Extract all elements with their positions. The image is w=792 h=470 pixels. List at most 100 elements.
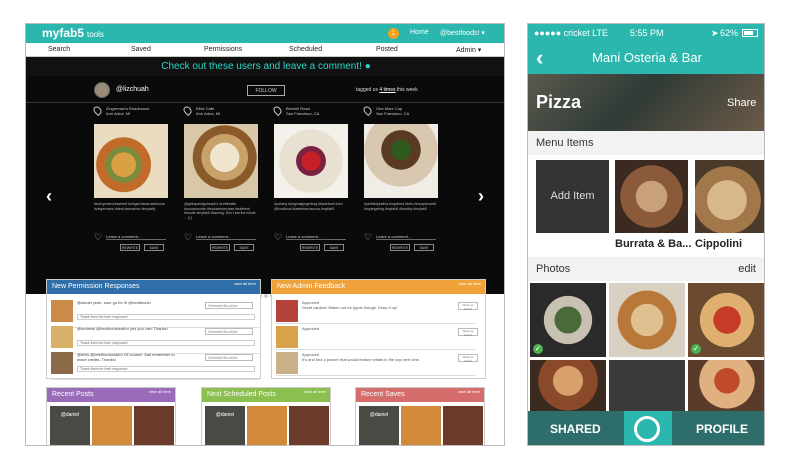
thumbnail[interactable] bbox=[51, 300, 73, 322]
list-item: Approved Great caption! Watch out for typ… bbox=[276, 298, 478, 324]
permission-panel: New Permission Responses view all here @d… bbox=[46, 279, 261, 380]
view-all-link[interactable]: view all here bbox=[458, 390, 480, 394]
view-all-link[interactable]: view all here bbox=[459, 282, 481, 286]
save-button[interactable]: SAVE bbox=[324, 244, 344, 251]
reply-input[interactable]: Thank them for their response! bbox=[77, 314, 255, 320]
comment-input[interactable]: Leave a comment... bbox=[376, 234, 436, 240]
hero-title: Pizza bbox=[536, 92, 582, 112]
user-menu[interactable]: @bestfoods! ▾ bbox=[440, 29, 485, 37]
thumbnail[interactable] bbox=[276, 352, 298, 374]
photo-thumbnail[interactable] bbox=[530, 360, 606, 412]
avatar[interactable] bbox=[94, 82, 110, 98]
heart-icon[interactable]: ♡ bbox=[274, 233, 283, 242]
tab-shared[interactable]: SHARED bbox=[550, 422, 601, 436]
post-thumbnail[interactable] bbox=[92, 406, 132, 445]
edit-link[interactable]: edit bbox=[738, 257, 756, 281]
photo-thumbnail[interactable]: ✓ bbox=[688, 283, 764, 357]
admin-header: New Admin Feedback view all here bbox=[272, 280, 485, 294]
post-thumbnail[interactable]: @daniel bbox=[50, 406, 90, 445]
recent-saves-header: Recent Saves view all here bbox=[356, 388, 484, 402]
location-pin-icon bbox=[91, 104, 104, 117]
logo[interactable]: myfab5 tools bbox=[42, 26, 104, 40]
post-thumbnail[interactable]: @daniel bbox=[359, 406, 399, 445]
rewrite-button[interactable]: REWRITE bbox=[120, 244, 140, 251]
thumbnail[interactable] bbox=[51, 326, 73, 348]
menu-item-image[interactable] bbox=[615, 160, 688, 233]
nav-scheduled[interactable]: Scheduled bbox=[289, 46, 322, 53]
home-link[interactable]: Home bbox=[410, 29, 429, 36]
photo-thumbnail[interactable]: ✓ bbox=[530, 283, 606, 357]
recent-saves-panel: Recent Saves view all here @daniel bbox=[355, 387, 485, 445]
heart-icon[interactable]: ♡ bbox=[94, 233, 103, 242]
rewrite-button[interactable]: REWRITE bbox=[210, 244, 230, 251]
check-icon: ✓ bbox=[691, 344, 701, 354]
view-all-link[interactable]: view all here bbox=[149, 390, 171, 394]
response-text: @elvis @bestfoodsrealtor Of course! Just… bbox=[77, 352, 175, 362]
post-photo[interactable] bbox=[364, 124, 438, 198]
post-photo[interactable] bbox=[184, 124, 258, 198]
web-dashboard: myfab5 tools 1 Home @bestfoods! ▾ Search … bbox=[25, 23, 505, 446]
photo-thumbnail[interactable] bbox=[609, 283, 685, 357]
rewrite-button[interactable]: REWRITE bbox=[300, 244, 320, 251]
category-select[interactable]: Website/Booklist bbox=[205, 354, 253, 361]
save-button[interactable]: SAVE bbox=[144, 244, 164, 251]
comment-input[interactable]: Leave a comment... bbox=[196, 234, 256, 240]
thumbnail[interactable] bbox=[276, 326, 298, 348]
post-photo[interactable] bbox=[94, 124, 168, 198]
mark-read-button[interactable]: Mark as Read bbox=[458, 354, 478, 363]
nav-admin[interactable]: Admin ▾ bbox=[456, 46, 481, 54]
save-button[interactable]: SAVE bbox=[414, 244, 434, 251]
view-all-link[interactable]: view all here bbox=[234, 282, 256, 286]
thumbnail[interactable] bbox=[276, 300, 298, 322]
save-button[interactable]: SAVE bbox=[234, 244, 254, 251]
post-thumbnail[interactable] bbox=[134, 406, 174, 445]
add-item-button[interactable]: Add Item bbox=[536, 160, 609, 233]
post-thumbnail[interactable] bbox=[247, 406, 287, 445]
post-thumbnail[interactable] bbox=[401, 406, 441, 445]
location-pin-icon bbox=[181, 104, 194, 117]
post-thumbnail[interactable] bbox=[443, 406, 483, 445]
nav-permissions[interactable]: Permissions bbox=[204, 46, 242, 53]
tab-bar: SHARED PROFILE bbox=[528, 411, 764, 445]
showcase-username[interactable]: @lizchuah bbox=[116, 86, 149, 93]
view-all-link[interactable]: view all here bbox=[304, 390, 326, 394]
post-caption: @getlopandgoheadr's #coffeetalk #sorosmo… bbox=[184, 202, 256, 220]
heart-icon[interactable]: ♡ bbox=[184, 233, 193, 242]
menu-item-image[interactable] bbox=[695, 160, 764, 233]
menu-item-label: Burrata & Ba... bbox=[615, 238, 691, 250]
nav-saved[interactable]: Saved bbox=[131, 46, 151, 53]
mark-read-button[interactable]: Mark as Read bbox=[458, 328, 478, 337]
comment-input[interactable]: Leave a comment... bbox=[106, 234, 166, 240]
category-select[interactable]: Website/Booklist bbox=[205, 302, 253, 309]
rewrite-button[interactable]: REWRITE bbox=[390, 244, 410, 251]
thumbnail[interactable] bbox=[51, 352, 73, 374]
battery-percent: 62% bbox=[720, 28, 739, 38]
post-thumbnail[interactable]: @daniel bbox=[205, 406, 245, 445]
comment-input[interactable]: Leave a comment... bbox=[286, 234, 346, 240]
top-bar: myfab5 tools 1 Home @bestfoods! ▾ bbox=[26, 24, 504, 43]
follow-button[interactable]: FOLLOW bbox=[247, 85, 285, 96]
category-select[interactable]: Website/Booklist bbox=[205, 328, 253, 335]
photo-thumbnail[interactable] bbox=[688, 360, 764, 412]
post-caption: #yummy #originalgingerfrog #tastefood fr… bbox=[274, 202, 343, 211]
post-thumbnail[interactable] bbox=[289, 406, 329, 445]
scheduled-posts-header: Next Scheduled Posts view all here bbox=[202, 388, 330, 402]
reply-input[interactable]: Thank them for their response! bbox=[77, 340, 255, 346]
feedback-text: Approved It's and find a picture that wou… bbox=[302, 352, 421, 362]
notification-badge[interactable]: 1 bbox=[388, 28, 399, 39]
reply-input[interactable]: Thank them for their response! bbox=[77, 366, 255, 372]
share-button[interactable]: Share bbox=[727, 97, 756, 109]
tab-profile[interactable]: PROFILE bbox=[696, 422, 748, 436]
venue-title: Mani Osteria & Bar bbox=[592, 50, 702, 65]
feedback-text: Approved Great caption! Watch out for typ… bbox=[302, 300, 398, 310]
response-text: @melanie @bestfoodsrealtor yes you can! … bbox=[77, 326, 168, 331]
heart-icon[interactable]: ♡ bbox=[364, 233, 373, 242]
tab-camera[interactable] bbox=[624, 411, 672, 445]
photo-thumbnail[interactable] bbox=[609, 360, 685, 412]
next-arrow-icon[interactable]: › bbox=[478, 186, 484, 207]
prev-arrow-icon[interactable]: ‹ bbox=[46, 186, 52, 207]
nav-search[interactable]: Search bbox=[48, 46, 70, 53]
post-photo[interactable] bbox=[274, 124, 348, 198]
mark-read-button[interactable]: Mark as Read bbox=[458, 302, 478, 311]
nav-posted[interactable]: Posted bbox=[376, 46, 398, 53]
